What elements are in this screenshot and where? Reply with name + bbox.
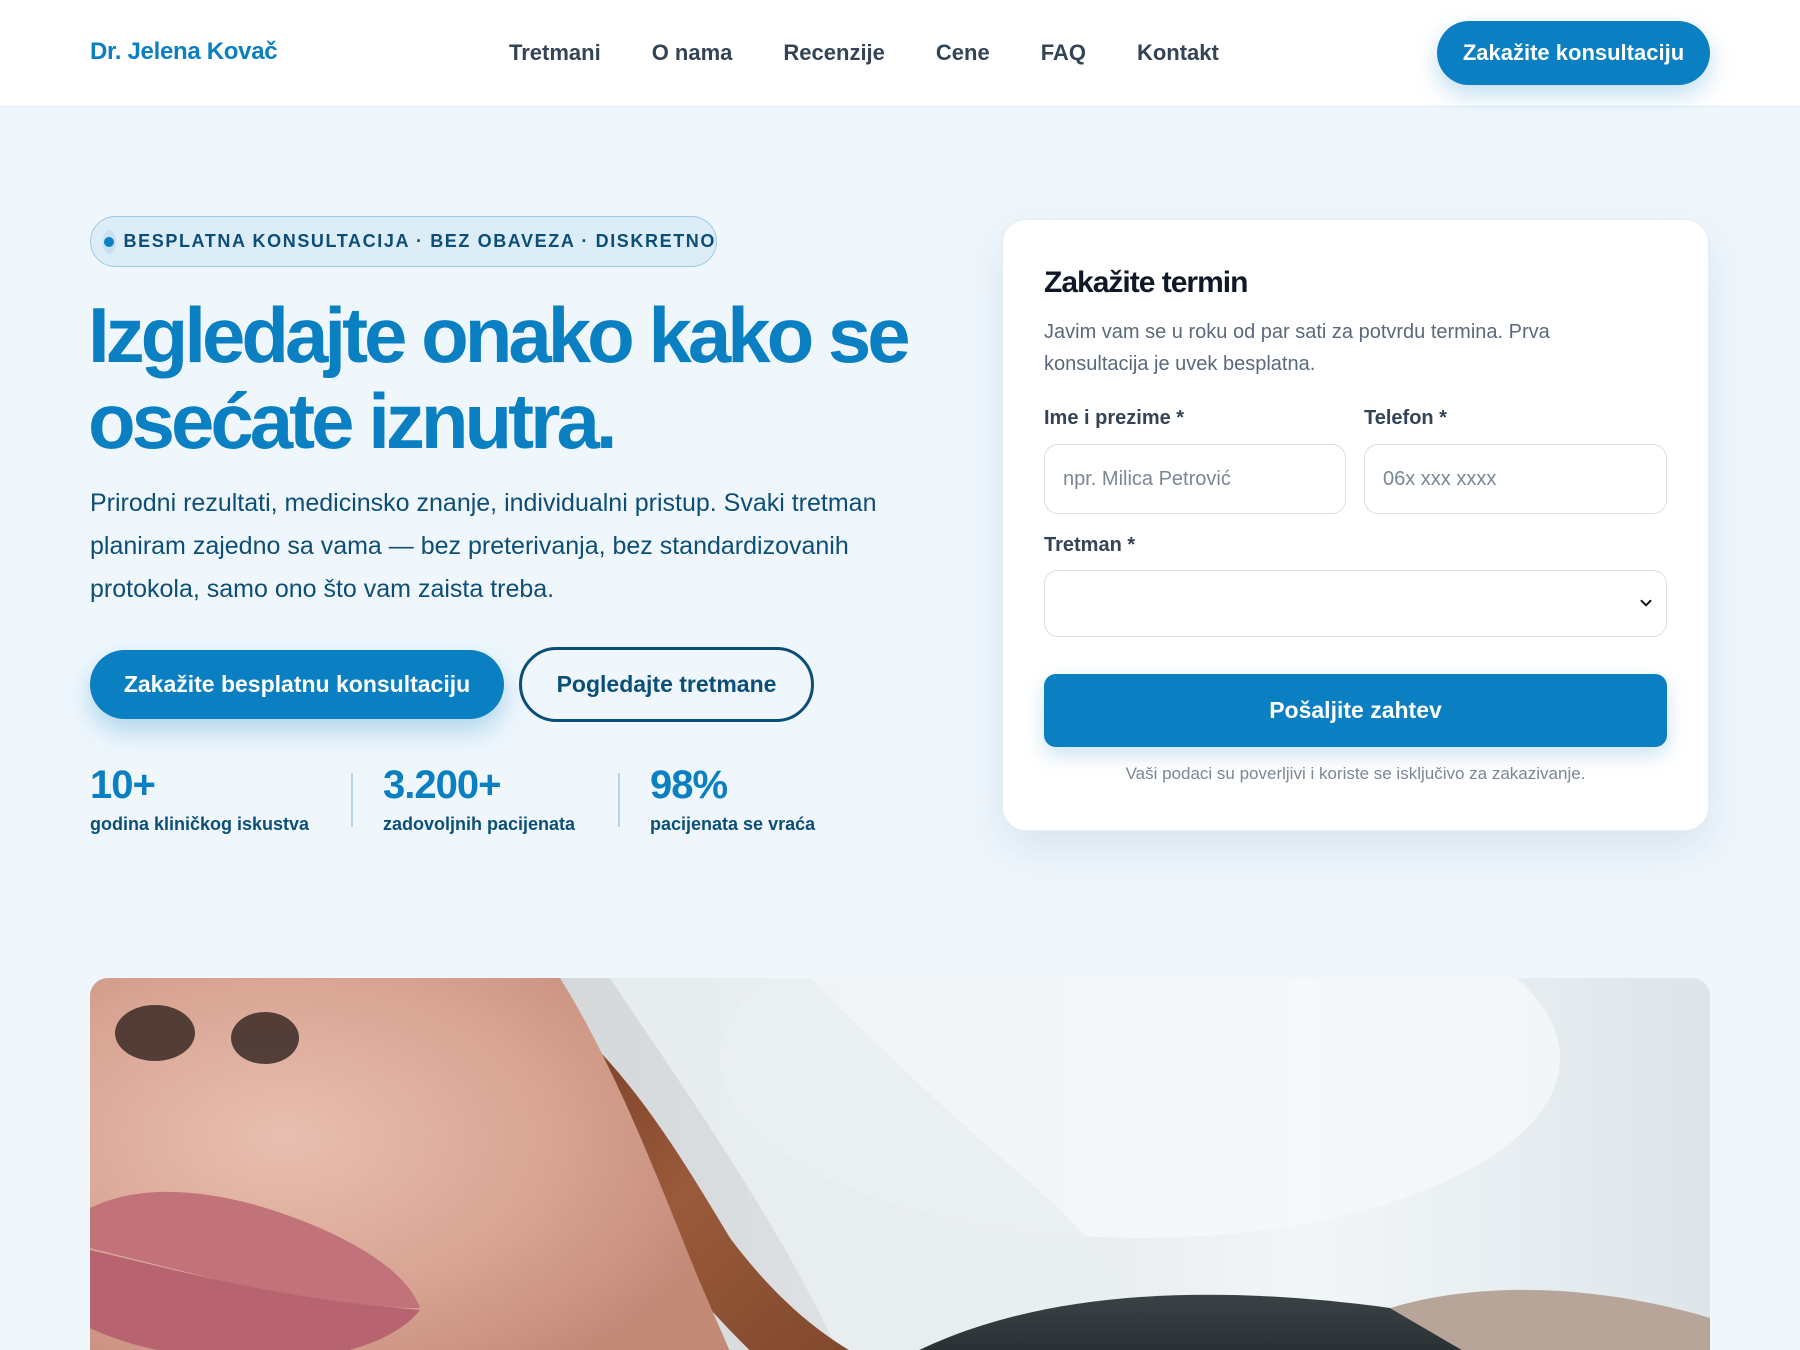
booking-form: Zakažite termin Javim vam se u roku od p… bbox=[1002, 219, 1709, 831]
hero-photo bbox=[90, 978, 1710, 1350]
view-treatments-button[interactable]: Pogledajte tretmane bbox=[519, 647, 814, 722]
stat-value: 10+ bbox=[90, 763, 156, 807]
stat-experience: 10+ godina kliničkog iskustva bbox=[90, 760, 309, 835]
hero-badge: BESPLATNA KONSULTACIJA · BEZ OBAVEZA · D… bbox=[90, 216, 717, 267]
stat-label: pacijenata se vraća bbox=[650, 814, 816, 834]
nav-link-recenzije[interactable]: Recenzije bbox=[783, 40, 885, 66]
stat-patients: 3.200+ zadovoljnih pacijenata bbox=[383, 760, 575, 835]
stat-returning: 98% pacijenata se vraća bbox=[650, 760, 815, 835]
phone-label: Telefon * bbox=[1364, 407, 1447, 429]
nav-link-tretmani[interactable]: Tretmani bbox=[509, 40, 601, 66]
nav-link-cene[interactable]: Cene bbox=[936, 40, 990, 66]
treatment-select[interactable] bbox=[1044, 570, 1667, 637]
nav-link-kontakt[interactable]: Kontakt bbox=[1137, 40, 1219, 66]
treatment-label: Tretman * bbox=[1044, 534, 1136, 556]
phone-input[interactable] bbox=[1364, 444, 1667, 514]
stat-label: zadovoljnih pacijenata bbox=[383, 814, 576, 834]
hero-badge-text: BESPLATNA KONSULTACIJA · BEZ OBAVEZA · D… bbox=[123, 231, 716, 251]
brand-logo[interactable]: Dr. Jelena Kovač bbox=[90, 38, 278, 66]
badge-dot-icon bbox=[103, 229, 116, 254]
main-nav: Tretmani O nama Recenzije Cene FAQ Konta… bbox=[509, 40, 1219, 66]
stat-value: 98% bbox=[650, 763, 728, 807]
free-consultation-button[interactable]: Zakažite besplatnu konsultaciju bbox=[90, 650, 504, 719]
hero-photo-illustration bbox=[90, 978, 1710, 1350]
hero-subtitle: Prirodni rezultati, medicinsko znanje, i… bbox=[90, 489, 877, 603]
form-description: Javim vam se u roku od par sati za potvr… bbox=[1044, 321, 1550, 375]
name-input[interactable] bbox=[1044, 444, 1346, 514]
form-title: Zakažite termin bbox=[1044, 266, 1248, 299]
stat-label: godina kliničkog iskustva bbox=[90, 814, 310, 834]
stat-divider bbox=[618, 773, 620, 827]
submit-request-button[interactable]: Pošaljite zahtev bbox=[1044, 674, 1667, 747]
stat-value: 3.200+ bbox=[383, 763, 501, 807]
site-header: Dr. Jelena Kovač Tretmani O nama Recenzi… bbox=[0, 0, 1800, 107]
stat-divider bbox=[351, 773, 353, 827]
header-consultation-button[interactable]: Zakažite konsultaciju bbox=[1437, 21, 1710, 85]
name-label: Ime i prezime * bbox=[1044, 407, 1185, 429]
nav-link-o-nama[interactable]: O nama bbox=[652, 40, 733, 66]
chevron-down-icon bbox=[1640, 599, 1652, 607]
nav-link-faq[interactable]: FAQ bbox=[1041, 40, 1086, 66]
privacy-note: Vaši podaci su poverljivi i koriste se i… bbox=[1125, 764, 1586, 783]
hero-title: Izgledajte onako kako se osećate iznutra… bbox=[88, 291, 911, 465]
